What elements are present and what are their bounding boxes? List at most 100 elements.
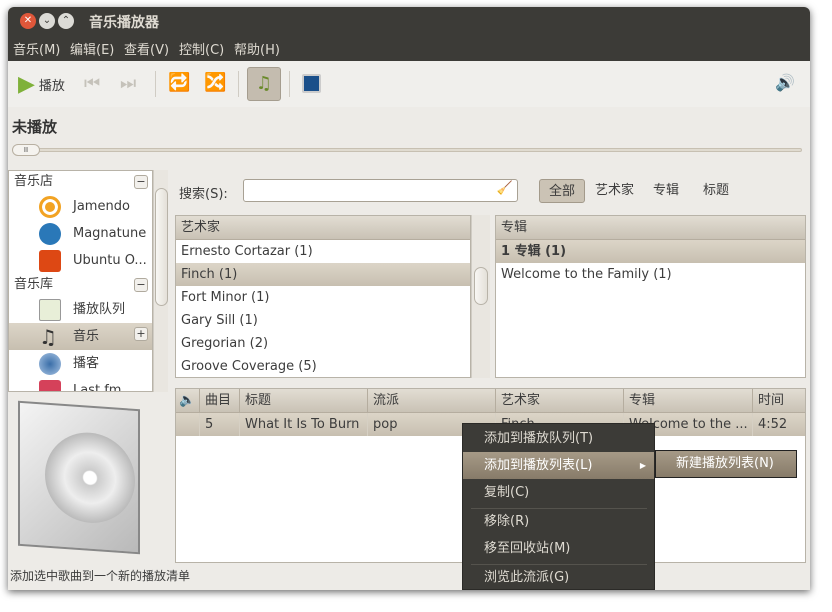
track-number: 5 — [200, 413, 240, 436]
artist-row[interactable]: Gregorian (2) — [176, 332, 470, 355]
sidebar-item-play-queue[interactable]: 播放队列 — [9, 296, 152, 323]
maximize-button[interactable]: ⌃ — [58, 13, 74, 29]
minimize-button[interactable]: ⌄ — [39, 13, 55, 29]
search-input[interactable]: 🧹 — [243, 179, 518, 202]
track-list-header: 🔈 曲目 标题 流派 艺术家 专辑 时间 — [176, 389, 805, 413]
artist-row[interactable]: Gary Sill (1) — [176, 309, 470, 332]
menu-item-move-to-trash[interactable]: 移至回收站(M) — [463, 535, 654, 562]
play-button[interactable]: ▶ 播放 — [18, 72, 65, 97]
play-icon: ▶ — [18, 72, 35, 97]
artist-row[interactable]: Finch (1) — [176, 263, 470, 286]
volume-button[interactable]: 🔊 — [775, 73, 795, 92]
status-bar: 添加选中歌曲到一个新的播放清单 — [10, 569, 191, 583]
album-browser: 专辑 1 专辑 (1) Welcome to the Family (1) — [495, 215, 806, 378]
menu-help[interactable]: 帮助(H) — [234, 39, 280, 58]
menu-item-new-playlist[interactable]: 新建播放列表(N) — [656, 451, 796, 477]
filter-all-button[interactable]: 全部 — [539, 179, 586, 203]
artist-scrollbar[interactable] — [471, 215, 490, 378]
album-row[interactable]: Welcome to the Family (1) — [496, 263, 805, 286]
filter-artist-button[interactable]: 艺术家 — [586, 179, 643, 203]
item-label: Jamendo — [73, 199, 130, 214]
next-button[interactable]: ⏭ — [120, 73, 136, 94]
track-title: What It Is To Burn — [240, 413, 368, 436]
ubuntu-one-icon — [39, 250, 61, 272]
clear-icon[interactable]: 🧹 — [497, 181, 513, 196]
column-header-track[interactable]: 曲目 — [200, 389, 240, 413]
menu-item-browse-genre[interactable]: 浏览此流派(G) — [463, 564, 654, 591]
item-label: Ubuntu O... — [73, 253, 147, 268]
visualization-button[interactable] — [302, 74, 321, 93]
toolbar-separator — [155, 71, 156, 97]
menu-view[interactable]: 查看(V) — [124, 39, 169, 58]
jamendo-icon — [39, 196, 61, 218]
window-title: 音乐播放器 — [89, 15, 159, 31]
item-label: Last.fm — [73, 383, 122, 392]
add-button[interactable]: + — [134, 327, 148, 341]
artist-row[interactable]: Ernesto Cortazar (1) — [176, 240, 470, 263]
menu-item-copy[interactable]: 复制(C) — [463, 479, 654, 506]
section-label: 音乐店 — [14, 174, 54, 189]
close-button[interactable]: ✕ — [20, 13, 36, 29]
sidebar-section-library[interactable]: 音乐库 − — [9, 274, 152, 296]
shuffle-button[interactable]: 🔀 — [204, 72, 226, 93]
previous-button[interactable]: ⏮ — [84, 73, 100, 94]
music-note-icon: ♫ — [39, 325, 57, 349]
sidebar-item-podcasts[interactable]: 播客 — [9, 350, 152, 377]
album-column-header[interactable]: 专辑 — [496, 216, 805, 240]
seek-slider-handle[interactable]: II — [12, 144, 40, 156]
sidebar-item-lastfm[interactable]: Last.fm — [9, 377, 152, 392]
sidebar: 音乐店 − Jamendo Magnatune Ubuntu O... 音乐库 − … — [8, 170, 153, 392]
menu-control[interactable]: 控制(C) — [179, 39, 224, 58]
sidebar-item-music[interactable]: ♫ 音乐 + — [9, 323, 152, 350]
seek-slider[interactable] — [12, 148, 802, 152]
menu-item-label: 添加到播放列表(L) — [484, 458, 593, 473]
sidebar-scrollbar[interactable] — [153, 170, 168, 392]
submenu-arrow-icon: ▶ — [639, 461, 646, 470]
menu-edit[interactable]: 编辑(E) — [70, 39, 114, 58]
context-menu: 添加到播放队列(T) 添加到播放列表(L) ▶ 复制(C) 移除(R) 移至回收站… — [462, 423, 655, 590]
repeat-button[interactable]: 🔁 — [168, 72, 190, 93]
toolbar-separator — [238, 71, 239, 97]
speaker-icon: 🔈 — [179, 393, 196, 408]
podcast-icon — [39, 353, 61, 375]
artist-browser: 艺术家 Ernesto Cortazar (1) Finch (1) Fort … — [175, 215, 471, 378]
artist-row[interactable]: Groove Coverage (5) — [176, 355, 470, 377]
column-header-genre[interactable]: 流派 — [368, 389, 496, 413]
album-art-placeholder — [18, 400, 140, 555]
menu-music[interactable]: 音乐(M) — [13, 39, 60, 58]
album-row[interactable]: 1 专辑 (1) — [496, 240, 805, 263]
scrollbar-thumb[interactable] — [155, 188, 168, 306]
filter-title-button[interactable]: 标题 — [694, 179, 738, 203]
playing-column-header[interactable]: 🔈 — [176, 389, 200, 413]
scrollbar-thumb[interactable] — [474, 267, 488, 305]
playlist-submenu: 新建播放列表(N) — [655, 450, 797, 478]
menu-item-add-to-queue[interactable]: 添加到播放队列(T) — [463, 425, 654, 452]
section-label: 音乐库 — [14, 277, 54, 292]
toolbar-separator — [289, 71, 290, 97]
column-header-artist[interactable]: 艺术家 — [496, 389, 624, 413]
sidebar-item-jamendo[interactable]: Jamendo — [9, 193, 152, 220]
column-header-time[interactable]: 时间 — [753, 389, 805, 413]
collapse-button[interactable]: − — [134, 278, 148, 292]
play-queue-icon — [39, 299, 61, 321]
menu-item-remove[interactable]: 移除(R) — [463, 508, 654, 535]
play-label: 播放 — [38, 79, 65, 94]
column-header-title[interactable]: 标题 — [240, 389, 368, 413]
item-label: 音乐 — [73, 329, 100, 344]
magnatune-icon — [39, 223, 61, 245]
track-time: 4:52 — [758, 417, 788, 432]
sidebar-item-ubuntu-one[interactable]: Ubuntu O... — [9, 247, 152, 274]
sidebar-item-magnatune[interactable]: Magnatune — [9, 220, 152, 247]
item-label: Magnatune — [73, 226, 147, 241]
browse-toggle-button[interactable]: ♫ — [247, 67, 281, 101]
lastfm-icon — [39, 380, 61, 391]
column-header-album[interactable]: 专辑 — [624, 389, 753, 413]
artist-column-header[interactable]: 艺术家 — [176, 216, 470, 240]
artist-row[interactable]: Fort Minor (1) — [176, 286, 470, 309]
item-label: 播客 — [73, 356, 100, 371]
search-label: 搜索(S): — [179, 187, 228, 202]
sidebar-section-store[interactable]: 音乐店 − — [9, 171, 152, 193]
menu-item-add-to-playlist[interactable]: 添加到播放列表(L) ▶ — [463, 452, 654, 479]
filter-album-button[interactable]: 专辑 — [644, 179, 688, 203]
collapse-button[interactable]: − — [134, 175, 148, 189]
